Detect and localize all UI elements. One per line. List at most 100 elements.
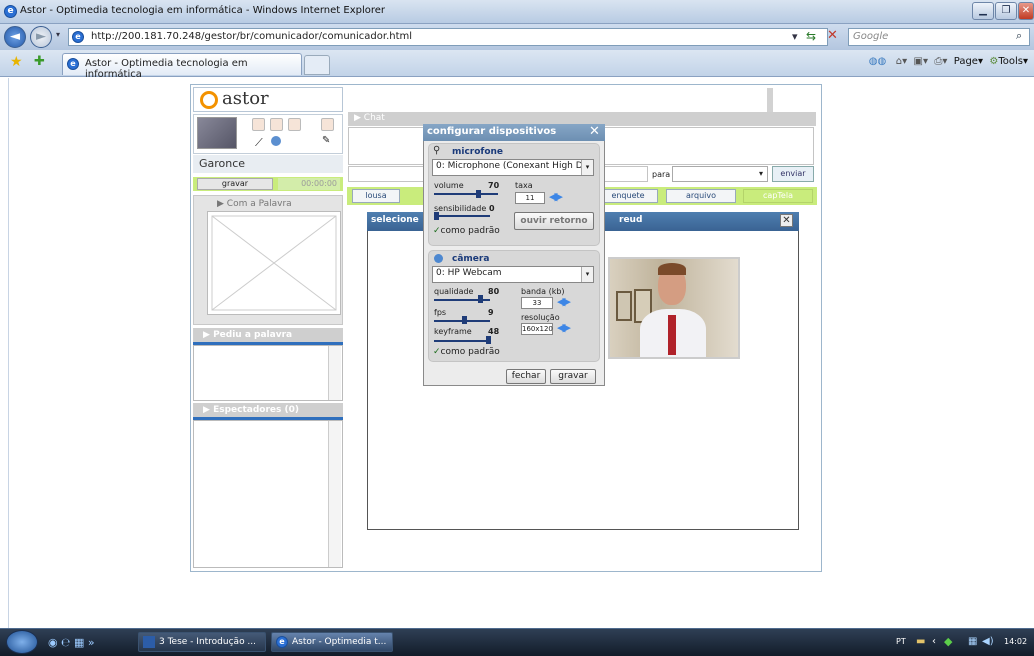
quicklaunch-icons[interactable]: ◉ ℮ ▦ » <box>48 636 95 649</box>
keyframe-slider-thumb[interactable] <box>486 336 492 344</box>
dialog-title: configurar dispositivos <box>423 124 605 141</box>
browser-tab-active[interactable]: e Astor - Optimedia tecnologia em inform… <box>62 53 302 80</box>
rss-icon[interactable]: ▣▾ <box>914 56 928 67</box>
keyframe-slider-track[interactable] <box>434 340 490 342</box>
logo: astor <box>193 87 343 112</box>
network-icon[interactable]: ▦ <box>968 636 977 647</box>
tab-arquivo[interactable]: arquivo <box>666 189 736 203</box>
bandwidth-stepper-icon[interactable]: ◀▶ <box>557 296 577 308</box>
search-icon[interactable]: ⌕ <box>1016 29 1022 43</box>
speaker-video <box>207 211 341 315</box>
stop-icon[interactable]: ✕ <box>827 28 838 43</box>
rate-stepper-icon[interactable]: ◀▶ <box>549 191 569 203</box>
quality-value: 80 <box>488 287 500 296</box>
volume-slider-track[interactable] <box>434 193 498 195</box>
page-menu[interactable]: Page▾ <box>954 56 983 67</box>
participant-icon[interactable] <box>252 118 265 131</box>
volume-value: 70 <box>488 181 500 190</box>
resize-handle[interactable] <box>767 88 773 112</box>
quality-slider-thumb[interactable] <box>478 295 483 303</box>
close-button[interactable]: fechar <box>506 369 546 384</box>
mic-device-select[interactable]: 0: Microphone (Conexant High D ▾ <box>432 159 594 176</box>
maximize-button[interactable]: ❐ <box>995 2 1017 20</box>
add-favorite-icon[interactable]: ✚ <box>34 54 45 69</box>
volume-slider-thumb[interactable] <box>476 190 481 198</box>
volume-icon[interactable]: ◀) <box>982 636 994 647</box>
command-bar: ◍◍ ⌂▾ ▣▾ ⎙▾ Page▾ ⚙Tools▾ <box>869 56 1028 67</box>
ie-icon: e <box>276 636 288 648</box>
participant-icon[interactable] <box>270 118 283 131</box>
participant-icon[interactable] <box>321 118 334 131</box>
tools-menu[interactable]: ⚙Tools▾ <box>989 56 1028 67</box>
feeds-icon[interactable]: ◍◍ <box>869 56 886 67</box>
minimize-button[interactable]: ▁ <box>972 2 994 20</box>
history-dropdown-icon[interactable]: ▾ <box>56 30 60 39</box>
forward-button[interactable]: ► <box>30 26 52 48</box>
new-tab-button[interactable] <box>304 55 330 75</box>
camera-icon[interactable] <box>271 136 281 146</box>
taskbar-item-word[interactable]: 3 Tese - Introdução ... <box>138 632 266 652</box>
participant-icon[interactable] <box>288 118 301 131</box>
url-input[interactable]: http://200.181.70.248/gestor/br/comunica… <box>68 28 828 46</box>
tray-icon[interactable]: ▬ <box>916 636 925 647</box>
close-icon[interactable]: ✕ <box>780 214 793 227</box>
security-icon[interactable]: ◆ <box>944 635 952 648</box>
speaker-panel-title: Com a Palavra <box>226 199 292 209</box>
word-icon <box>143 636 155 648</box>
clock: 14:02 <box>1004 637 1028 646</box>
viewers-panel-header: ▶ Espectadores (0) <box>193 403 343 417</box>
back-button[interactable]: ◄ <box>4 26 26 48</box>
refresh-icon[interactable]: ⇆ <box>806 29 816 43</box>
placeholder-x-icon <box>211 215 337 311</box>
logo-ring-icon <box>200 91 218 109</box>
sensitivity-label: sensibilidade <box>434 204 487 213</box>
webcam-preview <box>608 257 740 359</box>
tab-lousa[interactable]: lousa <box>352 189 400 203</box>
tab-enquete[interactable]: enquete <box>598 189 658 203</box>
taskbar-item-ie[interactable]: e Astor - Optimedia t... <box>271 632 393 652</box>
request-list[interactable] <box>193 345 343 401</box>
url-dropdown-icon[interactable]: ▾ <box>792 30 798 43</box>
tab-captela[interactable]: capTela <box>743 189 813 203</box>
print-icon[interactable]: ⎙▾ <box>934 56 947 67</box>
monitor-button[interactable]: ouvir retorno <box>514 212 594 230</box>
mic-default-checkbox[interactable]: ✓como padrão <box>433 226 500 236</box>
search-input[interactable]: Google <box>848 28 1030 46</box>
send-button[interactable]: enviar <box>772 166 814 182</box>
sensitivity-slider-thumb[interactable] <box>434 212 439 220</box>
recipient-select[interactable]: ▾ <box>672 166 768 182</box>
avatar <box>197 117 237 149</box>
keyframe-value: 48 <box>488 327 500 336</box>
tab-page-icon: e <box>67 58 79 70</box>
resolution-label: resolução <box>521 313 560 322</box>
close-window-button[interactable]: ✕ <box>1018 2 1034 20</box>
quality-label: qualidade <box>434 287 474 296</box>
mic-title: microfone <box>452 147 504 157</box>
record-button[interactable]: gravar <box>197 178 273 190</box>
mouse-icon[interactable]: ✎ <box>322 135 330 146</box>
camera-default-checkbox[interactable]: ✓como padrão <box>433 347 500 357</box>
start-button[interactable] <box>6 630 38 654</box>
page-icon: e <box>72 31 84 43</box>
mic-default-label: como padrão <box>440 226 500 236</box>
request-panel-header: ▶ Pediu a palavra <box>193 328 343 342</box>
tray-arrow-icon[interactable]: ‹ <box>932 636 936 647</box>
resolution-stepper-icon[interactable]: ◀▶ <box>557 322 577 334</box>
sensitivity-slider-track[interactable] <box>434 215 490 217</box>
camera-device-select[interactable]: 0: HP Webcam ▾ <box>432 266 594 283</box>
favorites-star-icon[interactable]: ★ <box>10 54 23 70</box>
chevron-down-icon: ▾ <box>581 267 593 282</box>
fps-label: fps <box>434 308 447 317</box>
rate-value: 11 <box>515 192 545 204</box>
sensitivity-value: 0 <box>489 204 495 213</box>
save-button[interactable]: gravar <box>550 369 596 384</box>
dialog-close-icon[interactable]: ✕ <box>588 125 601 139</box>
microphone-icon[interactable]: ⟋ <box>255 136 263 150</box>
check-icon: ✓ <box>433 226 441 236</box>
fps-slider-thumb[interactable] <box>461 316 467 324</box>
request-scrollbar[interactable] <box>328 346 341 400</box>
home-icon[interactable]: ⌂▾ <box>896 56 907 67</box>
language-indicator[interactable]: PT <box>896 637 906 646</box>
viewers-scrollbar[interactable] <box>328 421 341 567</box>
viewers-list[interactable] <box>193 420 343 568</box>
